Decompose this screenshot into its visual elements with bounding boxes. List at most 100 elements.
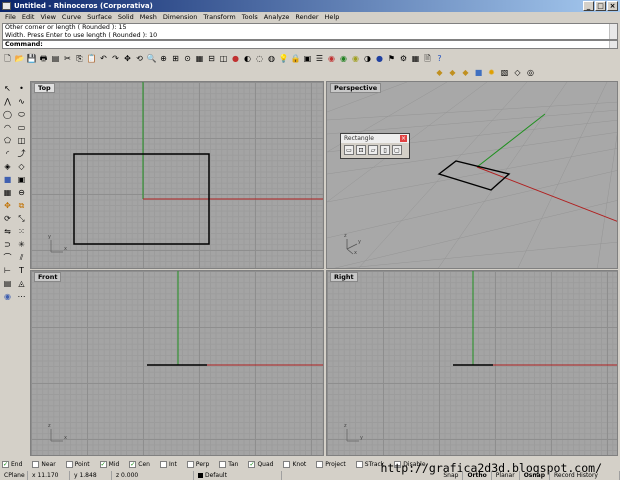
- point-icon[interactable]: •: [15, 82, 28, 95]
- history-scrollbar[interactable]: [609, 24, 617, 39]
- layer-icon[interactable]: ▣: [302, 53, 313, 65]
- rectangle-floating-toolbar[interactable]: Rectangle × ▭ ⊡ ▱ ▯ ▢: [340, 133, 410, 159]
- solid-box-icon[interactable]: ■: [1, 173, 14, 186]
- sphere-icon[interactable]: ●: [374, 53, 385, 65]
- status-layer[interactable]: Default: [194, 470, 282, 480]
- osnap-int[interactable]: Int: [159, 460, 185, 468]
- osnap-knot[interactable]: Knot: [283, 460, 314, 468]
- rotate-icon[interactable]: ⟳: [1, 212, 14, 225]
- render-object-icon[interactable]: ◉: [1, 290, 14, 303]
- menu-surface[interactable]: Surface: [84, 12, 115, 23]
- osnap-near[interactable]: Near: [32, 460, 63, 468]
- mirror-icon[interactable]: ⇋: [1, 225, 14, 238]
- menu-dimension[interactable]: Dimension: [160, 12, 201, 23]
- four-viewports-icon[interactable]: ⊟: [206, 53, 217, 65]
- zoom-window-icon[interactable]: ⊕: [158, 53, 169, 65]
- osnap-checkbox[interactable]: ✓: [99, 460, 107, 468]
- menu-transform[interactable]: Transform: [200, 12, 238, 23]
- options-icon[interactable]: ⚑: [386, 53, 397, 65]
- copy-icon[interactable]: ⎘: [74, 53, 85, 65]
- scale-icon[interactable]: ⤡: [15, 212, 28, 225]
- join-icon[interactable]: ⊃: [1, 238, 14, 251]
- analyze-icon[interactable]: ◬: [15, 277, 28, 290]
- osnap-checkbox[interactable]: [316, 460, 324, 468]
- command-scrollbar[interactable]: [609, 41, 617, 48]
- fillet-icon[interactable]: ◜: [1, 147, 14, 160]
- text-icon[interactable]: T: [15, 264, 28, 277]
- surface-icon[interactable]: ◈: [1, 160, 14, 173]
- osnap-checkbox[interactable]: [32, 460, 40, 468]
- zoom-icon[interactable]: 🔍: [146, 53, 157, 65]
- rotate-view-icon[interactable]: ⟲: [134, 53, 145, 65]
- rectangle-toolbar-title[interactable]: Rectangle ×: [341, 134, 409, 143]
- tag-icon[interactable]: ◆: [434, 67, 445, 79]
- menu-mesh[interactable]: Mesh: [137, 12, 160, 23]
- copy-object-icon[interactable]: ⧉: [15, 199, 28, 212]
- zoom-extents-icon[interactable]: ⊞: [170, 53, 181, 65]
- menu-edit[interactable]: Edit: [19, 12, 38, 23]
- command-history[interactable]: Other corner or length ( Rounded ): 15 W…: [2, 23, 618, 40]
- osnap-cen[interactable]: ✓ Cen: [129, 460, 158, 468]
- save-icon[interactable]: 💾: [26, 53, 37, 65]
- xray-icon[interactable]: ◍: [266, 53, 277, 65]
- rect-rounded-icon[interactable]: ▢: [392, 145, 402, 155]
- move-icon[interactable]: ✥: [1, 199, 14, 212]
- rendered-icon[interactable]: ◐: [242, 53, 253, 65]
- rectangle-toolbar-close-icon[interactable]: ×: [400, 135, 407, 142]
- explode-icon[interactable]: ✳: [15, 238, 28, 251]
- polygon-icon[interactable]: ⬠: [1, 134, 14, 147]
- environment-icon[interactable]: ◑: [362, 53, 373, 65]
- status-snap-toggle[interactable]: Snap: [439, 470, 464, 480]
- solid-tools-icon[interactable]: ▣: [15, 173, 28, 186]
- command-line[interactable]: Command:: [2, 40, 618, 49]
- wireframe-icon[interactable]: ◫: [218, 53, 229, 65]
- viewport-front[interactable]: Front x z: [30, 270, 324, 456]
- help-icon[interactable]: ?: [434, 53, 445, 65]
- status-osnap-toggle[interactable]: Osnap: [520, 470, 550, 480]
- maximize-button[interactable]: □: [595, 1, 606, 11]
- close-button[interactable]: ×: [607, 1, 618, 11]
- tools-icon[interactable]: ⚙: [398, 53, 409, 65]
- minimize-button[interactable]: _: [583, 1, 594, 11]
- object-properties-icon[interactable]: ☰: [314, 53, 325, 65]
- osnap-project[interactable]: Project: [316, 460, 354, 468]
- group-icon[interactable]: ▤: [1, 277, 14, 290]
- split-icon[interactable]: ⫽: [15, 251, 28, 264]
- viewport-right[interactable]: Right y z: [326, 270, 618, 456]
- open-file-icon[interactable]: 📂: [14, 53, 25, 65]
- zoom-selected-icon[interactable]: ⊙: [182, 53, 193, 65]
- status-ortho-toggle[interactable]: Ortho: [463, 470, 492, 480]
- osnap-checkbox[interactable]: ✓: [2, 460, 9, 468]
- osnap-tan[interactable]: Tan: [219, 460, 246, 468]
- osnap-checkbox[interactable]: [219, 460, 227, 468]
- select-arrow-icon[interactable]: ↖: [1, 82, 14, 95]
- osnap-checkbox[interactable]: [65, 460, 73, 468]
- osnap-checkbox[interactable]: [186, 460, 194, 468]
- render-icon[interactable]: ◉: [338, 53, 349, 65]
- camera-icon[interactable]: ◎: [525, 67, 536, 79]
- boolean-icon[interactable]: ⊖: [15, 186, 28, 199]
- color-icon[interactable]: ◉: [326, 53, 337, 65]
- layer-tools-icon[interactable]: ⋯: [15, 290, 28, 303]
- rectangle-icon[interactable]: ▭: [15, 121, 28, 134]
- osnap-end[interactable]: ✓ End: [2, 460, 30, 468]
- surface-tools-icon[interactable]: ◇: [15, 160, 28, 173]
- osnap-mid[interactable]: ✓ Mid: [99, 460, 128, 468]
- menu-solid[interactable]: Solid: [115, 12, 137, 23]
- rect-corner-icon[interactable]: ▭: [344, 145, 354, 155]
- rect-vertical-icon[interactable]: ▯: [380, 145, 390, 155]
- polyline-icon[interactable]: ⋀: [1, 95, 14, 108]
- osnap-checkbox[interactable]: ✓: [248, 460, 256, 468]
- properties-icon[interactable]: ▤: [50, 53, 61, 65]
- array-icon[interactable]: ⁙: [15, 225, 28, 238]
- print-icon[interactable]: 🖶: [38, 53, 49, 65]
- osnap-checkbox[interactable]: [283, 460, 291, 468]
- paste-icon[interactable]: 📋: [86, 53, 97, 65]
- material-icon[interactable]: ◉: [350, 53, 361, 65]
- dimension-icon[interactable]: ⊢: [1, 264, 14, 277]
- osnap-checkbox[interactable]: [355, 460, 363, 468]
- osnap-point[interactable]: Point: [65, 460, 98, 468]
- undo-icon[interactable]: ↶: [98, 53, 109, 65]
- pan-icon[interactable]: ✥: [122, 53, 133, 65]
- osnap-quad[interactable]: ✓ Quad: [248, 460, 281, 468]
